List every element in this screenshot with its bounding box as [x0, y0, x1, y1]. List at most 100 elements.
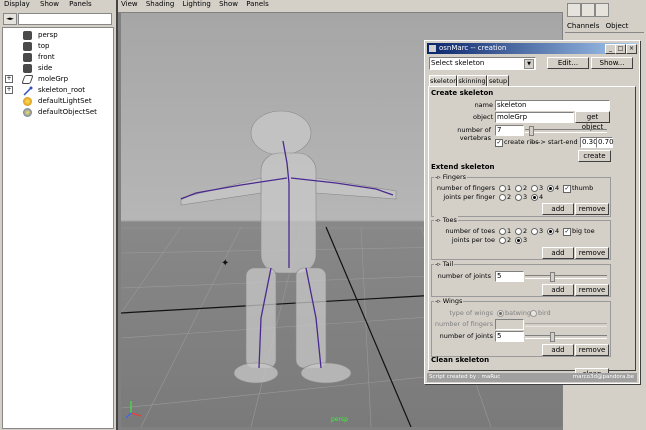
toes-add-button[interactable]: add [542, 247, 574, 259]
list-item[interactable]: + skeleton_root [3, 85, 113, 96]
rib-end-field[interactable]: 0.70 [596, 137, 614, 148]
show-button[interactable]: Show... [591, 57, 633, 69]
tail-add-button[interactable]: add [542, 284, 574, 296]
wings-joints-slider[interactable] [525, 332, 607, 342]
big-toe-checkbox[interactable]: ✓ [563, 228, 571, 236]
wings-batwing-label: batwing [505, 309, 532, 317]
wings-add-button[interactable]: add [542, 344, 574, 356]
wings-joints-label: number of joints [439, 332, 493, 340]
filter-arrows-icon[interactable]: ◄► [3, 13, 17, 25]
fingers-add-button[interactable]: add [542, 203, 574, 215]
menu-show[interactable]: Show [219, 0, 238, 8]
toes-radio-3[interactable] [531, 228, 538, 235]
list-item[interactable]: + moleGrp [3, 74, 113, 85]
fingers-radio-3[interactable] [531, 185, 538, 192]
toes-count-label: number of toes [445, 227, 495, 235]
wings-batwing-radio[interactable] [497, 310, 504, 317]
object-label: object [472, 113, 493, 121]
outliner-list[interactable]: persp top front side + moleGrp + skeleto… [2, 27, 114, 429]
menu-display[interactable]: Display [4, 0, 30, 8]
wings-joints-field[interactable]: 5 [495, 331, 524, 342]
dialog-title: osnMarc -- creation [439, 44, 507, 52]
rib-start-field[interactable]: 0.30 [580, 137, 598, 148]
tail-joints-slider[interactable] [525, 272, 607, 282]
edit-button[interactable]: Edit... [547, 57, 589, 69]
tab-skinning[interactable]: skinning [457, 75, 487, 86]
toe-joints-radio-2-label: 2 [507, 236, 512, 244]
toes-remove-button[interactable]: remove [575, 247, 609, 259]
toes-radio-4[interactable] [547, 228, 554, 235]
list-item[interactable]: front [3, 52, 113, 63]
get-object-button[interactable]: get object [575, 111, 610, 131]
chevron-down-icon[interactable]: ▼ [524, 59, 534, 69]
menu-lighting[interactable]: Lighting [183, 0, 211, 8]
close-icon[interactable]: × [626, 44, 637, 54]
list-item[interactable]: side [3, 63, 113, 74]
footer-credit: Script created by : maRuc [429, 374, 501, 380]
finger-joints-radio-4-label: 4 [539, 193, 544, 201]
layer-toggle-icon[interactable] [595, 3, 609, 17]
outliner-search-input[interactable] [18, 13, 112, 25]
menu-show[interactable]: Show [40, 0, 59, 8]
fingers-radio-1-label: 1 [507, 184, 512, 192]
wings-fingers-field[interactable] [495, 319, 524, 330]
fingers-radio-4[interactable] [547, 185, 554, 192]
name-field[interactable]: skeleton [495, 100, 610, 111]
tail-remove-button[interactable]: remove [575, 284, 609, 296]
attribute-toggle-icon[interactable] [581, 3, 595, 17]
maximize-icon[interactable]: □ [615, 44, 626, 54]
fingers-joints-label: joints per finger [443, 193, 495, 201]
tab-setup[interactable]: setup [487, 75, 509, 86]
grid-axis [325, 226, 412, 427]
viewport-menubar: View Shading Lighting Show Panels [118, 0, 565, 12]
fingers-radio-4-label: 4 [555, 184, 560, 192]
thumb-label: thumb [572, 184, 594, 192]
list-item[interactable]: defaultObjectSet [3, 107, 113, 118]
fingers-radio-3-label: 3 [539, 184, 544, 192]
menu-panels[interactable]: Panels [69, 0, 92, 8]
vertebras-field[interactable]: 7 [495, 125, 524, 136]
thumb-checkbox[interactable]: ✓ [563, 185, 571, 193]
slider-handle[interactable] [550, 332, 555, 342]
camera-icon [23, 42, 32, 51]
tail-joints-field[interactable]: 5 [495, 271, 524, 282]
fingers-radio-2[interactable] [515, 185, 522, 192]
slider-handle[interactable] [550, 272, 555, 282]
wings-remove-button[interactable]: remove [575, 344, 609, 356]
toes-radio-2[interactable] [515, 228, 522, 235]
fingers-radio-2-label: 2 [523, 184, 528, 192]
menu-shading[interactable]: Shading [146, 0, 174, 8]
tab-object[interactable]: Object [606, 22, 629, 30]
axis-gizmo-icon [125, 401, 142, 419]
fingers-remove-button[interactable]: remove [575, 203, 609, 215]
vertebras-slider[interactable] [525, 126, 607, 136]
finger-joints-radio-3[interactable] [515, 194, 522, 201]
list-item[interactable]: defaultLightSet [3, 96, 113, 107]
toe-joints-radio-2[interactable] [499, 237, 506, 244]
expand-icon[interactable]: + [5, 86, 13, 94]
toe-joints-radio-3[interactable] [515, 237, 522, 244]
wings-fingers-slider[interactable] [525, 323, 607, 327]
menu-panels[interactable]: Panels [246, 0, 269, 8]
fingers-radio-1[interactable] [499, 185, 506, 192]
camera-label: persp [331, 416, 348, 423]
camera-icon [23, 64, 32, 73]
create-ribs-checkbox[interactable]: ✓ [495, 139, 503, 147]
slider-handle[interactable] [529, 126, 534, 136]
object-field[interactable]: moleGrp [495, 112, 574, 123]
toes-radio-1[interactable] [499, 228, 506, 235]
list-item[interactable]: top [3, 41, 113, 52]
dialog-titlebar[interactable]: osnMarc -- creation _ □ × [427, 43, 637, 54]
list-item[interactable]: persp [3, 30, 113, 41]
fingers-count-label: number of fingers [436, 184, 495, 192]
wings-bird-radio[interactable] [530, 310, 537, 317]
expand-icon[interactable]: + [5, 75, 13, 83]
skeleton-select[interactable]: Select skeleton ▼ [429, 57, 536, 70]
tab-channels[interactable]: Channels [567, 22, 599, 30]
tab-skeleton[interactable]: skeleton [429, 75, 457, 86]
menu-view[interactable]: View [121, 0, 138, 8]
create-button[interactable]: create [578, 150, 611, 162]
finger-joints-radio-4[interactable] [531, 194, 538, 201]
channel-toggle-icon[interactable] [567, 3, 581, 17]
finger-joints-radio-2[interactable] [499, 194, 506, 201]
